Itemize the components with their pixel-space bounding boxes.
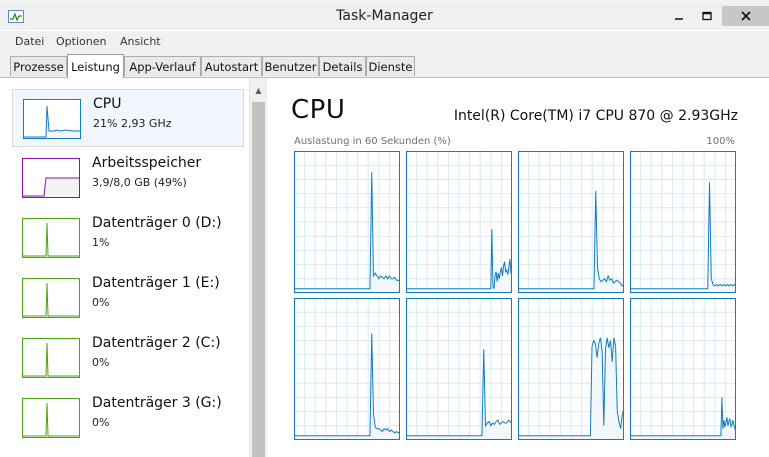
cpu-thumbnail-graph: [23, 99, 81, 139]
resource-name: CPU: [93, 96, 122, 112]
resource-item-disk-0[interactable]: Datenträger 0 (D:) 1%: [12, 209, 244, 267]
tab-dienste[interactable]: Dienste: [366, 56, 415, 76]
window-title: Task-Manager: [336, 8, 433, 24]
resource-item-disk-2[interactable]: Datenträger 2 (C:) 0%: [12, 329, 244, 387]
scroll-up-icon[interactable]: ▲: [250, 86, 267, 98]
menu-datei[interactable]: Datei: [15, 35, 44, 48]
resource-name: Datenträger 2 (C:): [92, 335, 221, 351]
resource-list-scrollbar[interactable]: ▲: [249, 78, 267, 457]
minimize-button[interactable]: [668, 6, 690, 26]
resource-list: CPU 21% 2,93 GHz Arbeitsspeicher 3,9/8,0…: [0, 78, 248, 457]
resource-value: 21% 2,93 GHz: [93, 117, 172, 130]
memory-thumbnail-graph: [22, 158, 80, 198]
cpu-core-graph-0: [294, 151, 401, 293]
menu-optionen[interactable]: Optionen: [56, 35, 106, 48]
cpu-model-name: Intel(R) Core(TM) i7 CPU 870 @ 2.93GHz: [453, 108, 738, 124]
resource-item-cpu[interactable]: CPU 21% 2,93 GHz: [12, 89, 244, 147]
close-button[interactable]: [722, 6, 769, 26]
tab-details[interactable]: Details: [319, 56, 366, 76]
tab-prozesse[interactable]: Prozesse: [10, 56, 67, 76]
disk-thumbnail-graph: [22, 398, 80, 438]
disk-thumbnail-graph: [22, 218, 80, 258]
scrollbar-thumb[interactable]: [252, 102, 265, 457]
cpu-core-graph-7: [630, 298, 736, 440]
cpu-core-graph-5: [406, 298, 513, 440]
cpu-core-graph-2: [518, 151, 625, 293]
graph-caption: Auslastung in 60 Sekunden (%): [294, 136, 451, 147]
maximize-button[interactable]: [696, 6, 718, 26]
title-bar: Task-Manager: [0, 4, 769, 30]
detail-title: CPU: [291, 95, 346, 125]
resource-value: 0%: [92, 356, 110, 369]
resource-name: Datenträger 1 (E:): [92, 275, 220, 291]
tab-app-verlauf[interactable]: App-Verlauf: [124, 56, 201, 76]
tab-leistung[interactable]: Leistung: [67, 54, 124, 78]
resource-name: Arbeitsspeicher: [92, 155, 202, 171]
resource-item-disk-1[interactable]: Datenträger 1 (E:) 0%: [12, 269, 244, 327]
resource-name: Datenträger 0 (D:): [92, 215, 222, 231]
cpu-core-graphs: [294, 151, 736, 440]
cpu-core-graph-4: [294, 298, 401, 440]
cpu-core-graph-6: [518, 298, 625, 440]
tab-benutzer[interactable]: Benutzer: [262, 56, 319, 76]
resource-item-disk-3[interactable]: Datenträger 3 (G:) 0%: [12, 389, 244, 447]
resource-value: 0%: [92, 296, 110, 309]
menu-ansicht[interactable]: Ansicht: [120, 35, 161, 48]
disk-thumbnail-graph: [22, 338, 80, 378]
resource-value: 1%: [92, 236, 110, 249]
resource-name: Datenträger 3 (G:): [92, 395, 222, 411]
menu-bar: Datei Optionen Ansicht: [0, 31, 769, 51]
tab-autostart[interactable]: Autostart: [201, 56, 262, 76]
resource-value: 3,9/8,0 GB (49%): [92, 176, 187, 189]
resource-value: 0%: [92, 416, 110, 429]
resource-item-memory[interactable]: Arbeitsspeicher 3,9/8,0 GB (49%): [12, 149, 244, 207]
tab-bar: Prozesse Leistung App-Verlauf Autostart …: [0, 51, 769, 78]
cpu-detail-panel: CPU Intel(R) Core(TM) i7 CPU 870 @ 2.93G…: [267, 78, 769, 457]
graph-max-label: 100%: [706, 136, 735, 147]
disk-thumbnail-graph: [22, 278, 80, 318]
cpu-core-graph-1: [406, 151, 513, 293]
cpu-core-graph-3: [630, 151, 736, 293]
